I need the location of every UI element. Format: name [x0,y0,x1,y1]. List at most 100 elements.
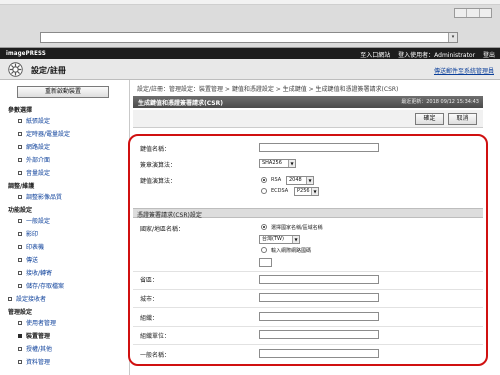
sidebar-item-device-management[interactable]: 裝置管理 [18,331,50,340]
logout-link[interactable]: 登出 [483,52,495,59]
sidebar-item-receiver-settings[interactable]: 設定接收者 [8,294,46,303]
signature-algorithm-label: 簽章演算法： [140,162,177,169]
rsa-radio[interactable] [261,177,267,183]
key-name-input[interactable] [259,143,379,152]
chevron-down-icon: ▼ [292,236,299,243]
mail-admin-link[interactable]: 傳送郵件至系統管理員 [434,66,494,75]
organization-unit-input[interactable] [259,330,379,339]
country-internet-code-radio[interactable] [261,247,267,253]
divider [133,271,483,272]
bullet-icon [18,245,22,249]
sidebar-item-send[interactable]: 傳送 [18,255,38,264]
sidebar-item-user-management[interactable]: 使用者管理 [18,318,56,327]
common-name-label: 一般名稱： [140,352,171,359]
login-user-label: 登入使用者： [398,52,435,59]
browser-tab-strip [0,0,500,5]
browser-chrome: ▾ [0,0,500,48]
rsa-label: RSA [271,177,282,183]
bullet-icon [18,271,22,275]
sidebar-item-data-management[interactable]: 資料管理 [18,357,50,366]
bullet-icon [18,119,22,123]
sidebar-item-timer-energy[interactable]: 定時器/電量設定 [18,129,70,138]
ecdsa-curve-select[interactable]: P256 ▼ [294,187,319,196]
divider [133,289,483,290]
city-label: 城市： [140,296,159,303]
section-title: 生成鍵值和憑證簽署請求(CSR) [138,100,223,107]
page-title: 設定/註冊 [31,66,66,75]
common-name-input[interactable] [259,349,379,358]
organization-unit-label: 組織單位： [140,333,171,340]
sidebar-item-external-interface[interactable]: 外部介面 [18,155,50,164]
settings-gear-icon [8,62,23,77]
ecdsa-label: ECDSA [271,188,289,194]
rsa-key-length-select[interactable]: 2048 ▼ [286,176,314,185]
sidebar: 重新啟動裝置 參數選擇 紙張設定 定時器/電量設定 網路設定 外部介面 音量設定… [0,80,130,375]
signature-algorithm-select[interactable]: SHA256 ▼ [259,159,296,168]
cancel-button[interactable]: 取消 [448,113,477,125]
bullet-icon [18,232,22,236]
bullet-icon [18,284,22,288]
bullet-icon [18,195,22,199]
chevron-down-icon: ▼ [306,177,313,184]
sidebar-item-receive-forward[interactable]: 接收/轉寄 [18,268,52,277]
sidebar-item-store-access[interactable]: 儲存/存取檔案 [18,281,64,290]
divider [133,326,483,327]
section-title-bar: 生成鍵值和憑證簽署請求(CSR) 最近更新：2018 09/12 15:34:4… [133,96,483,108]
divider [133,307,483,308]
sidebar-item-license-other[interactable]: 授權/其他 [18,344,52,353]
restart-device-button[interactable]: 重新啟動裝置 [17,86,109,98]
ok-button[interactable]: 確定 [415,113,444,125]
sidebar-section-preferences: 參數選擇 [8,107,33,114]
country-label: 國家/地區名稱： [140,226,185,233]
bullet-icon [18,347,22,351]
bullet-icon [18,321,22,325]
breadcrumb: 設定/註冊：管理設定：裝置管理 > 鍵值和憑證設定 > 生成鍵值 > 生成鍵值和… [137,86,399,93]
bullet-icon [18,132,22,136]
city-input[interactable] [259,293,379,302]
login-user-name: Administrator [434,52,476,59]
key-algorithm-label: 鍵值演算法： [140,178,177,185]
sidebar-item-general[interactable]: 一般設定 [18,216,50,225]
chevron-down-icon: ▼ [288,160,295,167]
csr-section-title: 憑證簽署請求(CSR)設定 [137,212,202,219]
sidebar-item-image-quality[interactable]: 調整影像品質 [18,192,62,201]
country-select-label: 選擇國家名稱/區域名稱 [271,225,323,231]
organization-input[interactable] [259,312,379,321]
key-name-label: 鍵值名稱： [140,146,171,153]
bullet-icon [18,145,22,149]
sidebar-item-copy[interactable]: 影印 [18,229,38,238]
ecdsa-radio[interactable] [261,188,267,194]
sidebar-section-adjustment: 調整/維護 [8,183,35,190]
chevron-down-icon: ▼ [311,188,318,195]
state-input[interactable] [259,275,379,284]
page-header: 設定/註冊 傳送郵件至系統管理員 [0,59,500,80]
divider [133,344,483,345]
bullet-icon [18,258,22,262]
sidebar-item-printer[interactable]: 印表機 [18,242,44,251]
bullet-icon [8,297,12,301]
bullet-selected-icon [18,334,22,338]
bullet-icon [18,158,22,162]
sidebar-item-network[interactable]: 網路設定 [18,142,50,151]
country-select[interactable]: 台灣(TW) ▼ [259,235,300,244]
window-controls[interactable] [454,8,492,18]
organization-label: 組織： [140,315,159,322]
last-update: 最近更新：2018 09/12 15:34:43 [401,99,479,105]
address-dropdown-icon[interactable]: ▾ [448,33,457,42]
sidebar-item-paper-settings[interactable]: 紙張設定 [18,116,50,125]
sidebar-section-function: 功能設定 [8,207,33,214]
bullet-icon [18,360,22,364]
csr-section-header: 憑證簽署請求(CSR)設定 [133,208,483,219]
sidebar-section-management: 管理設定 [8,309,33,316]
bullet-icon [18,219,22,223]
brand-logo: imagePRESS [6,50,46,57]
portal-link[interactable]: 至入口網站 [360,52,390,59]
top-bar: imagePRESS 至入口網站 登入使用者：Administrator 登出 [0,48,500,59]
country-select-radio[interactable] [261,224,267,230]
state-label: 省區： [140,277,159,284]
address-bar[interactable]: ▾ [40,32,458,43]
country-code-input[interactable] [259,258,272,267]
country-internet-code-label: 輸入網際網路國碼 [271,248,312,254]
bullet-icon [18,171,22,175]
sidebar-item-volume[interactable]: 音量設定 [18,168,50,177]
